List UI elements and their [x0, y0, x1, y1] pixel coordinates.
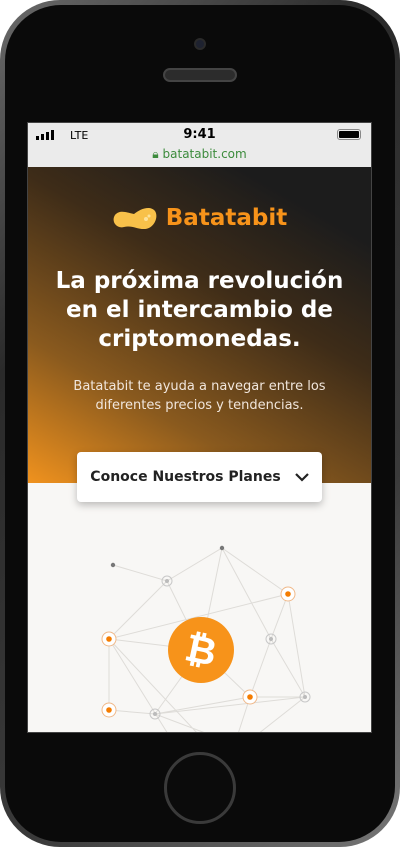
address-bar[interactable]: 🔒︎ batatabit.com: [28, 147, 371, 162]
url-text: batatabit.com: [162, 147, 247, 161]
speaker-grille: [163, 68, 237, 82]
battery-icon: [337, 129, 361, 140]
plans-button-label: Conoce Nuestros Planes: [90, 469, 281, 485]
chevron-down-icon: [294, 472, 309, 482]
hero-section: Batatabit La próxima revolución en el in…: [28, 167, 371, 483]
camera-icon: [194, 38, 206, 50]
bitcoin-network-illustration: ₿: [101, 545, 311, 732]
brand-name: Batatabit: [165, 205, 288, 231]
status-bar: LTE 9:41 🔒︎ batatabit.com: [28, 123, 371, 167]
screen: LTE 9:41 🔒︎ batatabit.com Batatabit La p…: [27, 122, 372, 733]
lock-icon: 🔒︎: [152, 147, 159, 161]
phone-frame: LTE 9:41 🔒︎ batatabit.com Batatabit La p…: [0, 0, 400, 847]
potato-logo-icon: [113, 207, 157, 229]
hero-title: La próxima revolución en el intercambio …: [55, 268, 344, 352]
bitcoin-icon: ₿: [168, 617, 234, 683]
clock: 9:41: [183, 127, 216, 142]
logo[interactable]: Batatabit: [28, 205, 371, 231]
hero-subtitle: Batatabit te ayuda a navegar entre los d…: [73, 379, 326, 413]
home-button[interactable]: [164, 752, 236, 824]
plans-button[interactable]: Conoce Nuestros Planes: [77, 452, 322, 502]
